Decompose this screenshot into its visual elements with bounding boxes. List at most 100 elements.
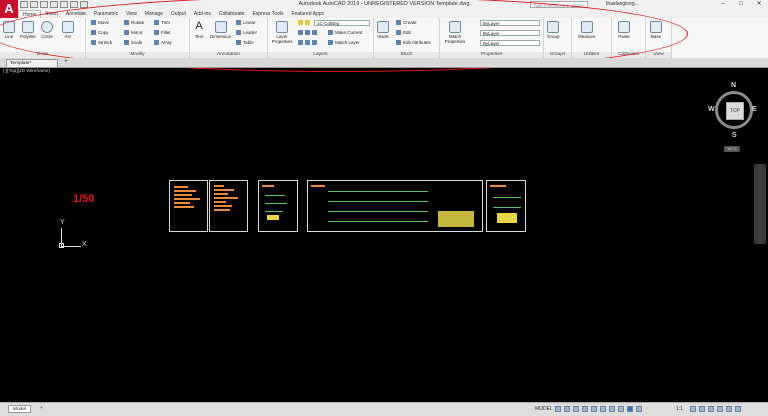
edit-block-tool[interactable]: Edit <box>396 30 411 36</box>
navigation-bar[interactable] <box>754 164 766 244</box>
polyline-tool[interactable]: Polyline <box>20 21 36 39</box>
hardware-acceleration-icon[interactable] <box>717 406 723 412</box>
tab-output[interactable]: Output <box>167 10 190 18</box>
search-input[interactable]: Type a keyword or phrase <box>530 1 588 8</box>
tab-collaborate[interactable]: Collaborate <box>215 10 249 18</box>
group-tool[interactable]: Group <box>547 21 560 39</box>
ortho-icon[interactable] <box>573 406 579 412</box>
linear-icon <box>236 20 241 26</box>
drawing-sheet-5[interactable] <box>486 180 526 232</box>
close-button[interactable]: ✕ <box>750 0 768 9</box>
color-combo[interactable]: ByLayer <box>480 20 540 26</box>
tab-annotate[interactable]: Annotate <box>62 10 90 18</box>
user-account[interactable]: thaidangiong... <box>606 1 639 7</box>
line-tool[interactable]: Line <box>3 21 15 39</box>
stretch-tool[interactable]: Stretch <box>91 40 112 46</box>
tab-manage[interactable]: Manage <box>141 10 167 18</box>
selection-cycling-icon[interactable] <box>627 406 633 412</box>
rotate-tool[interactable]: Rotate <box>124 20 144 26</box>
make-current-tool[interactable]: Make Current <box>328 30 362 36</box>
otrack-icon[interactable] <box>600 406 606 412</box>
array-tool[interactable]: Array <box>154 40 172 46</box>
ucs-icon[interactable]: Y X <box>56 219 96 252</box>
drawing-sheet-2[interactable] <box>209 180 248 232</box>
isolate-objects-icon[interactable] <box>708 406 714 412</box>
layer-tools-row-1[interactable] <box>298 30 319 36</box>
customization-icon[interactable] <box>735 406 741 412</box>
scale-tool[interactable]: Scale <box>124 40 142 46</box>
compass-east[interactable]: E <box>752 106 757 113</box>
linetype-combo[interactable]: ByLayer <box>480 30 540 36</box>
transparency-icon[interactable] <box>618 406 624 412</box>
osnap-icon[interactable] <box>591 406 597 412</box>
circle-tool[interactable]: Circle <box>41 21 53 39</box>
tab-model[interactable]: Model <box>8 405 32 413</box>
create-block-tool[interactable]: Create <box>396 20 417 26</box>
tab-featured-apps[interactable]: Featured Apps <box>288 10 329 18</box>
file-tab-template[interactable]: Template* <box>6 59 58 67</box>
annotation-scale[interactable]: 1:1 <box>676 406 683 412</box>
compass-north[interactable]: N <box>731 82 736 89</box>
application-menu-button[interactable]: A <box>0 0 18 18</box>
paste-tool[interactable]: Paste <box>618 21 630 39</box>
layer-properties-tool[interactable]: Layer Properties <box>270 21 294 44</box>
base-view-tool[interactable]: Base <box>650 21 662 39</box>
text-tool[interactable]: A Text <box>193 21 205 40</box>
layer-combo[interactable]: 1C-CotBep <box>314 20 370 26</box>
file-tabs-bar: Template* + <box>0 58 768 68</box>
drawing-sheet-3[interactable] <box>258 180 298 232</box>
ucs-x-label: X <box>82 241 87 248</box>
layer-state-icons[interactable] <box>298 20 312 26</box>
drawing-line <box>214 189 234 191</box>
arc-tool[interactable]: Arc <box>62 21 74 39</box>
edit-attributes-tool[interactable]: Edit Attributes <box>396 40 431 46</box>
lineweight-icon[interactable] <box>609 406 615 412</box>
maximize-button[interactable]: □ <box>732 0 750 9</box>
drawing-sheet-1[interactable] <box>169 180 208 232</box>
copy-tool[interactable]: Copy <box>91 30 109 36</box>
annotation-visibility-icon[interactable] <box>636 406 642 412</box>
trim-tool[interactable]: Trim <box>154 20 170 26</box>
status-toggles <box>555 406 642 412</box>
workspace-icon[interactable] <box>690 406 696 412</box>
snap-icon[interactable] <box>564 406 570 412</box>
compass-south[interactable]: S <box>732 132 737 139</box>
new-tab-icon[interactable]: + <box>62 59 70 66</box>
wcs-menu[interactable]: WCS <box>724 146 740 152</box>
groups-panel: Group Groups <box>544 18 572 58</box>
mirror-tool[interactable]: Mirror <box>124 30 143 36</box>
match-properties-tool[interactable]: Match Properties <box>442 21 468 44</box>
viewcube-top-face[interactable]: TOP <box>726 102 744 120</box>
minimize-button[interactable]: – <box>714 0 732 9</box>
viewport-controls[interactable]: [-][Top][2D Wireframe] <box>3 69 50 74</box>
linear-tool[interactable]: Linear <box>236 20 256 26</box>
tab-home[interactable]: Home <box>18 10 42 18</box>
clean-screen-icon[interactable] <box>726 406 732 412</box>
match-layer-tool[interactable]: Match Layer <box>328 40 360 46</box>
drawing-sheet-4[interactable] <box>307 180 483 232</box>
edit-attributes-icon <box>396 40 401 46</box>
match-properties-icon <box>449 21 461 33</box>
fillet-tool[interactable]: Fillet <box>154 30 171 36</box>
tab-add-ins[interactable]: Add-ins <box>190 10 215 18</box>
ucs-x-axis <box>61 246 81 247</box>
table-tool[interactable]: Table <box>236 40 254 46</box>
tab-view[interactable]: View <box>122 10 141 18</box>
tab-insert[interactable]: Insert <box>41 10 62 18</box>
add-layout-button[interactable]: + <box>36 405 47 413</box>
polar-icon[interactable] <box>582 406 588 412</box>
tab-parametric[interactable]: Parametric <box>90 10 122 18</box>
measure-tool[interactable]: Measure <box>578 21 596 39</box>
dimension-tool[interactable]: Dimension <box>210 21 231 39</box>
insert-tool[interactable]: Insert <box>377 21 389 39</box>
grid-icon[interactable] <box>555 406 561 412</box>
viewcube[interactable]: TOP N S E W <box>708 82 758 139</box>
lineweight-combo[interactable]: ByLayer <box>480 40 540 46</box>
layer-tools-row-2[interactable] <box>298 40 319 46</box>
leader-tool[interactable]: Leader <box>236 30 257 36</box>
move-tool[interactable]: Move <box>91 20 109 26</box>
model-space-button[interactable]: MODEL <box>535 406 553 412</box>
annotation-monitor-icon[interactable] <box>699 406 705 412</box>
tab-express-tools[interactable]: Express Tools <box>248 10 287 18</box>
compass-west[interactable]: W <box>708 106 715 113</box>
